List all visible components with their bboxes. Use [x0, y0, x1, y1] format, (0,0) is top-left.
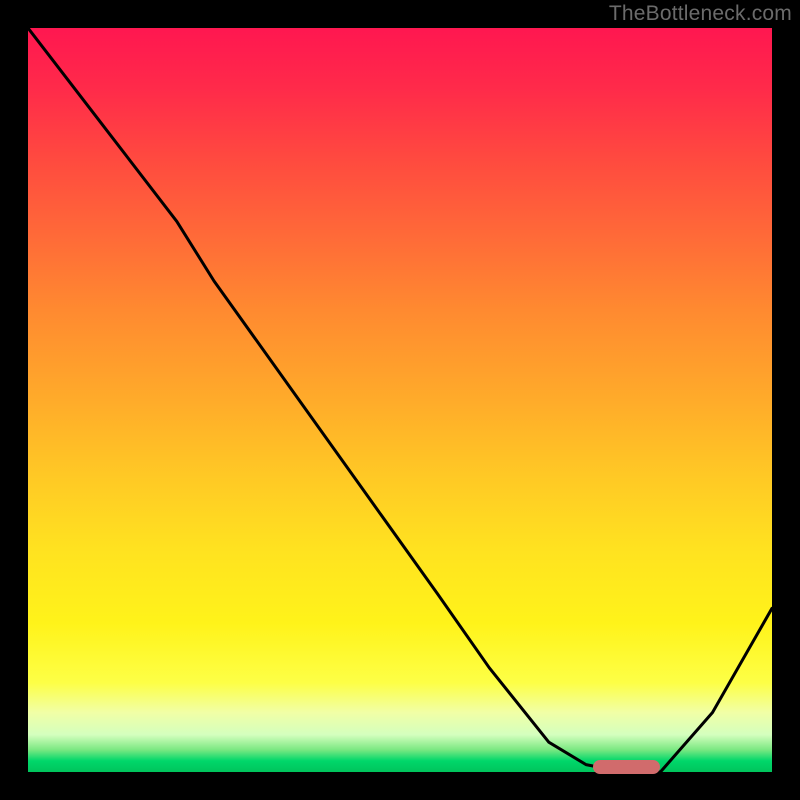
attribution-text: TheBottleneck.com [609, 2, 792, 26]
curve-path [28, 28, 772, 772]
optimal-marker [593, 760, 660, 774]
bottleneck-curve [28, 28, 772, 772]
chart-area [28, 28, 772, 772]
